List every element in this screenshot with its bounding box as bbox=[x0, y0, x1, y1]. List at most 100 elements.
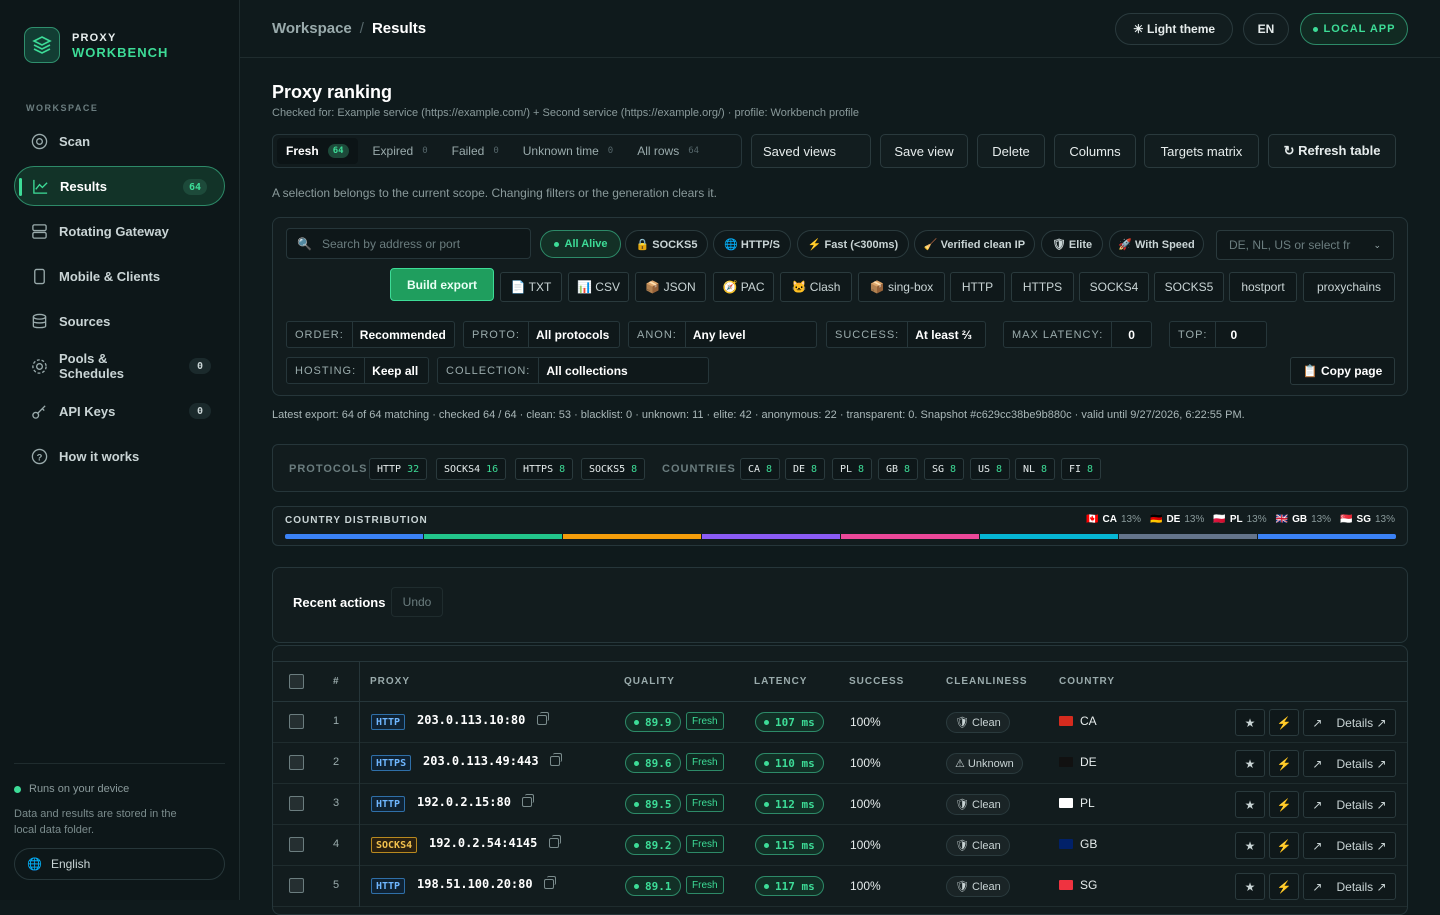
language-button[interactable]: EN bbox=[1243, 13, 1289, 45]
search-input[interactable]: 🔍 Search by address or port bbox=[286, 228, 531, 259]
export-txt-button[interactable]: 📄 TXT bbox=[500, 272, 562, 302]
country-tag[interactable]: PL 8 bbox=[832, 458, 873, 480]
sidebar-item-results[interactable]: Results 64 bbox=[14, 166, 225, 206]
row-checkbox[interactable] bbox=[289, 714, 304, 729]
saved-views-select[interactable]: Saved views bbox=[751, 134, 871, 168]
star-button[interactable]: ★ bbox=[1235, 791, 1265, 818]
star-button[interactable]: ★ bbox=[1235, 709, 1265, 736]
tab-fresh[interactable]: Fresh 64 bbox=[277, 138, 358, 164]
quick-test-button[interactable]: ⚡ bbox=[1269, 832, 1299, 859]
max-latency-input[interactable]: MAX LATENCY: 0 bbox=[1003, 321, 1152, 348]
local-app-button[interactable]: LOCAL APP bbox=[1300, 13, 1408, 45]
chip-all-alive[interactable]: All Alive bbox=[540, 230, 621, 258]
col-latency[interactable]: LATENCY bbox=[754, 676, 807, 687]
export-proxychains-button[interactable]: proxychains bbox=[1303, 272, 1395, 302]
table-row[interactable]: 3 HTTP 192.0.2.15:80 89.5 Fresh 112 ms 100% 🛡 C… bbox=[273, 784, 1407, 825]
sidebar-item-scan[interactable]: Scan bbox=[14, 121, 225, 161]
protocol-tag[interactable]: SOCKS5 8 bbox=[581, 458, 646, 480]
collection-select[interactable]: COLLECTION: All collections bbox=[437, 357, 709, 384]
protocol-tag[interactable]: HTTP 32 bbox=[369, 458, 428, 480]
export-socks4-button[interactable]: SOCKS4 bbox=[1079, 272, 1149, 302]
copy-icon[interactable] bbox=[549, 753, 562, 766]
row-checkbox[interactable] bbox=[289, 796, 304, 811]
hosting-select[interactable]: HOSTING: Keep all bbox=[286, 357, 429, 384]
copy-icon[interactable] bbox=[521, 794, 534, 807]
undo-button[interactable]: Undo bbox=[391, 587, 443, 617]
star-button[interactable]: ★ bbox=[1235, 750, 1265, 777]
row-checkbox[interactable] bbox=[289, 878, 304, 893]
protocol-tag[interactable]: HTTPS 8 bbox=[515, 458, 574, 480]
copy-page-button[interactable]: 📋 Copy page bbox=[1290, 357, 1395, 385]
export-singbox-button[interactable]: 📦 sing-box bbox=[858, 272, 945, 302]
language-select[interactable]: 🌐 English bbox=[14, 848, 225, 880]
export-csv-button[interactable]: 📊 CSV bbox=[568, 272, 629, 302]
details-button[interactable]: ↗ Details ↗ bbox=[1303, 709, 1396, 736]
country-tag[interactable]: SG 8 bbox=[924, 458, 965, 480]
tab-unknown-time[interactable]: Unknown time 0 bbox=[514, 138, 622, 164]
sidebar-item-rotating-gateway[interactable]: Rotating Gateway bbox=[14, 211, 225, 251]
sidebar-item-api-keys[interactable]: API Keys 0 bbox=[14, 391, 225, 431]
export-pac-button[interactable]: 🧭 PAC bbox=[713, 272, 774, 302]
country-tag[interactable]: NL 8 bbox=[1015, 458, 1056, 480]
quick-test-button[interactable]: ⚡ bbox=[1269, 873, 1299, 900]
star-button[interactable]: ★ bbox=[1235, 873, 1265, 900]
delete-button[interactable]: Delete bbox=[977, 134, 1045, 168]
chip-verified-clean[interactable]: 🧹 Verified clean IP bbox=[914, 230, 1035, 258]
chip-https[interactable]: 🌐 HTTP/S bbox=[713, 230, 791, 258]
copy-icon[interactable] bbox=[536, 712, 549, 725]
protocol-tag[interactable]: SOCKS4 16 bbox=[436, 458, 507, 480]
sidebar-item-sources[interactable]: Sources bbox=[14, 301, 225, 341]
details-button[interactable]: ↗ Details ↗ bbox=[1303, 791, 1396, 818]
export-http-button[interactable]: HTTP bbox=[950, 272, 1005, 302]
chip-with-speed[interactable]: 🚀 With Speed bbox=[1109, 230, 1204, 258]
columns-button[interactable]: Columns bbox=[1054, 134, 1136, 168]
copy-icon[interactable] bbox=[548, 835, 561, 848]
export-hostport-button[interactable]: hostport bbox=[1229, 272, 1297, 302]
order-select[interactable]: ORDER: Recommended bbox=[286, 321, 455, 348]
row-checkbox[interactable] bbox=[289, 837, 304, 852]
country-tag[interactable]: FI 8 bbox=[1061, 458, 1102, 480]
col-country[interactable]: COUNTRY bbox=[1059, 676, 1115, 687]
tab-expired[interactable]: Expired 0 bbox=[364, 138, 437, 164]
export-https-button[interactable]: HTTPS bbox=[1011, 272, 1074, 302]
country-tag[interactable]: CA 8 bbox=[740, 458, 781, 480]
tab-all-rows[interactable]: All rows 64 bbox=[628, 138, 708, 164]
details-button[interactable]: ↗ Details ↗ bbox=[1303, 873, 1396, 900]
success-select[interactable]: SUCCESS: At least ⅔ bbox=[826, 321, 986, 348]
chip-socks5[interactable]: 🔒 SOCKS5 bbox=[625, 230, 708, 258]
country-tag[interactable]: DE 8 bbox=[785, 458, 826, 480]
table-row[interactable]: 4 SOCKS4 192.0.2.54:4145 89.2 Fresh 115 ms 100… bbox=[273, 825, 1407, 866]
export-socks5-button[interactable]: SOCKS5 bbox=[1154, 272, 1224, 302]
col-quality[interactable]: QUALITY bbox=[624, 676, 675, 687]
table-row[interactable]: 1 HTTP 203.0.113.10:80 89.9 Fresh 107 ms 100% 🛡… bbox=[273, 702, 1407, 743]
tab-failed[interactable]: Failed 0 bbox=[443, 138, 508, 164]
export-json-button[interactable]: 📦 JSON bbox=[635, 272, 706, 302]
targets-matrix-button[interactable]: Targets matrix bbox=[1144, 134, 1259, 168]
country-select[interactable]: DE, NL, US or select fr ⌄ bbox=[1216, 230, 1394, 260]
sidebar-item-mobile-clients[interactable]: Mobile & Clients bbox=[14, 256, 225, 296]
details-button[interactable]: ↗ Details ↗ bbox=[1303, 832, 1396, 859]
select-all-checkbox[interactable] bbox=[289, 674, 304, 689]
refresh-table-button[interactable]: ↻ Refresh table bbox=[1268, 134, 1396, 168]
copy-icon[interactable] bbox=[543, 876, 556, 889]
country-tag[interactable]: GB 8 bbox=[878, 458, 919, 480]
col-cleanliness[interactable]: CLEANLINESS bbox=[946, 676, 1028, 687]
chip-elite[interactable]: 🛡 Elite bbox=[1041, 230, 1103, 258]
chip-fast[interactable]: ⚡ Fast (<300ms) bbox=[797, 230, 909, 258]
quick-test-button[interactable]: ⚡ bbox=[1269, 709, 1299, 736]
export-clash-button[interactable]: 🐱 Clash bbox=[780, 272, 852, 302]
proto-select[interactable]: PROTO: All protocols bbox=[463, 321, 620, 348]
save-view-button[interactable]: Save view bbox=[880, 134, 968, 168]
sidebar-item-pools-schedules[interactable]: Pools & Schedules 0 bbox=[14, 346, 225, 386]
top-input[interactable]: TOP: 0 bbox=[1169, 321, 1267, 348]
country-tag[interactable]: US 8 bbox=[970, 458, 1011, 480]
quick-test-button[interactable]: ⚡ bbox=[1269, 750, 1299, 777]
breadcrumb-workspace[interactable]: Workspace bbox=[272, 20, 352, 37]
row-checkbox[interactable] bbox=[289, 755, 304, 770]
col-success[interactable]: SUCCESS bbox=[849, 676, 904, 687]
star-button[interactable]: ★ bbox=[1235, 832, 1265, 859]
col-proxy[interactable]: PROXY bbox=[370, 676, 410, 687]
quick-test-button[interactable]: ⚡ bbox=[1269, 791, 1299, 818]
details-button[interactable]: ↗ Details ↗ bbox=[1303, 750, 1396, 777]
table-row[interactable]: 2 HTTPS 203.0.113.49:443 89.6 Fresh 110 ms 100… bbox=[273, 743, 1407, 784]
